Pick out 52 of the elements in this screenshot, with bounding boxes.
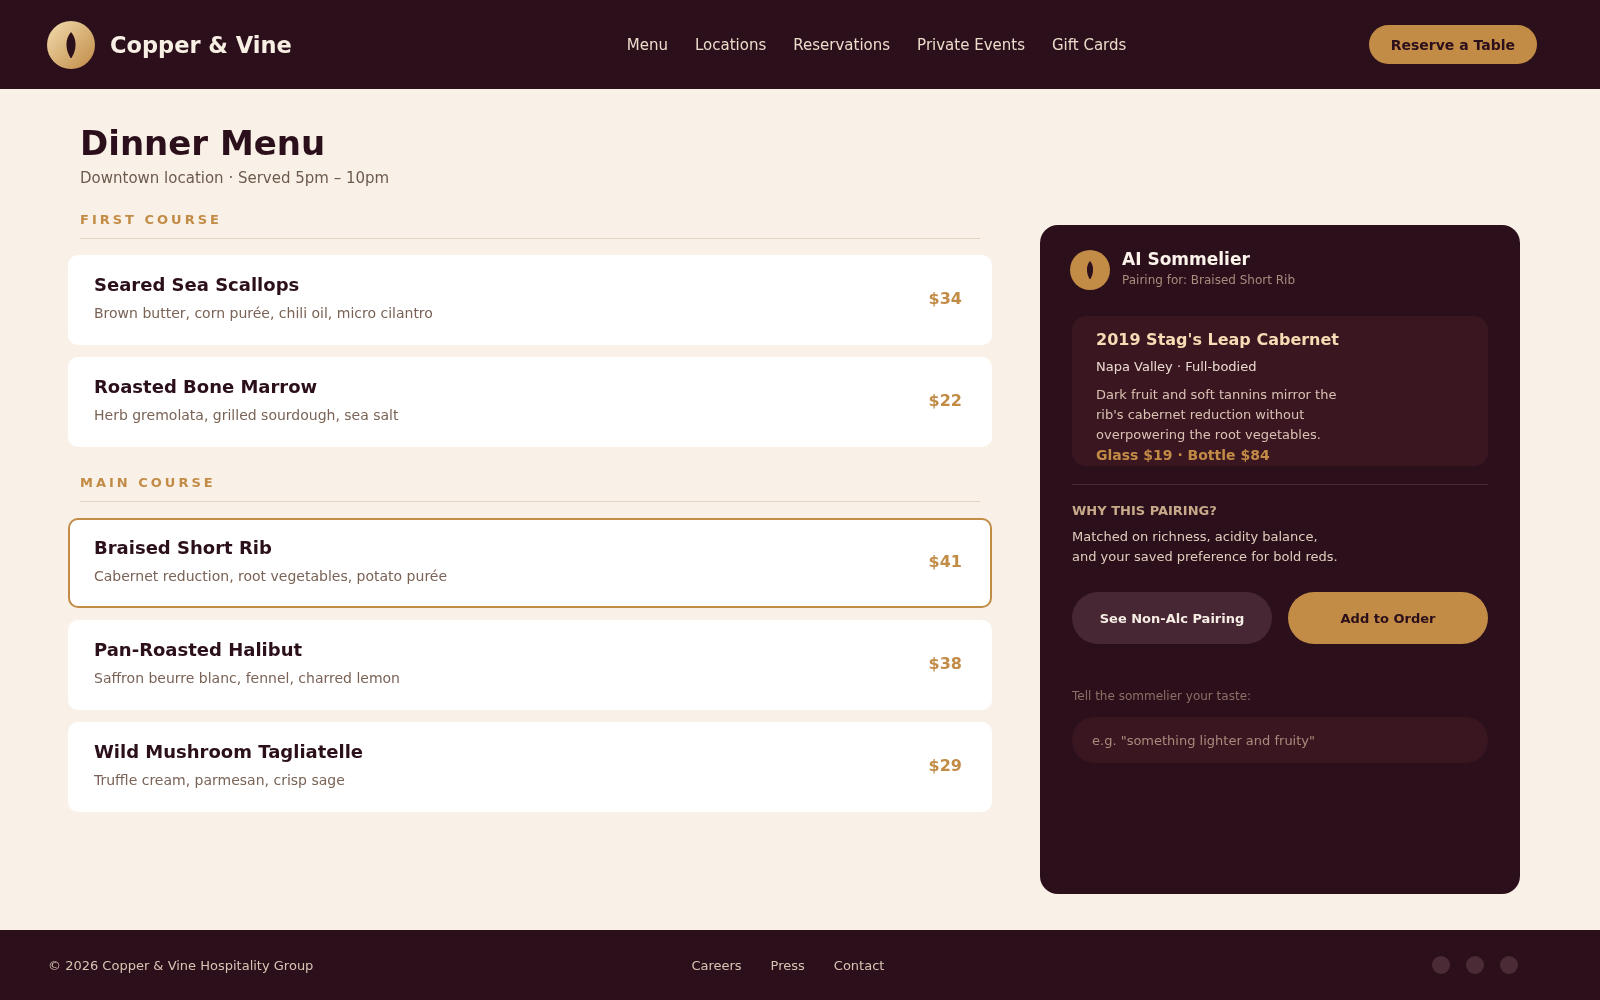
page-title: Dinner Menu xyxy=(80,123,327,163)
circle-icon[interactable] xyxy=(1432,956,1450,974)
menu-item-card[interactable]: Braised Short Rib Cabernet reduction, root vegetables, potato purée $41 xyxy=(68,518,992,608)
pairing-option-button[interactable]: See Non-Alc Pairing xyxy=(1072,592,1272,644)
dish-price: $34 xyxy=(928,288,962,308)
section-heading: FIRST COURSE xyxy=(80,212,980,239)
dish-price: $22 xyxy=(928,390,962,410)
sommelier-title: AI Sommelier xyxy=(1122,248,1251,269)
input-label: Tell the sommelier your taste: xyxy=(1072,688,1253,704)
dish-description: Truffle cream, parmesan, crisp sage xyxy=(94,771,346,790)
nav-link[interactable]: Private Events xyxy=(917,35,1025,54)
dish-description: Herb gremolata, grilled sourdough, sea salt xyxy=(94,406,400,425)
circle-icon[interactable] xyxy=(1466,956,1484,974)
dish-description: Brown butter, corn purée, chili oil, micro cilantro xyxy=(94,304,434,323)
circle-icon[interactable] xyxy=(1500,956,1518,974)
pairing-heading: WHY THIS PAIRING? xyxy=(1072,502,1218,520)
wine-name: 2019 Stag's Leap Cabernet xyxy=(1096,330,1340,350)
pairing-reason: Matched on richness, acidity balance, and your saved preference for bold reds. xyxy=(1072,528,1339,566)
footer-link[interactable]: Careers xyxy=(691,957,742,973)
dish-price: $38 xyxy=(928,653,962,673)
dish-name: Seared Sea Scallops xyxy=(94,273,301,297)
footer-link[interactable]: Contact xyxy=(833,957,885,973)
taste-input[interactable]: e.g. "something lighter and fruity" xyxy=(1072,717,1488,763)
copyright-text: © 2026 Copper & Vine Hospitality Group xyxy=(48,957,314,973)
sommelier-subtitle: Pairing for: Braised Short Rib xyxy=(1122,271,1296,288)
leaf-logo-icon xyxy=(47,20,95,69)
nav-link[interactable]: Gift Cards xyxy=(1051,35,1127,54)
menu-item-card[interactable]: Wild Mushroom Tagliatelle Truffle cream, parmesan, crisp sage $29 xyxy=(68,722,992,812)
dish-name: Wild Mushroom Tagliatelle xyxy=(94,740,365,764)
menu-item-card[interactable]: Roasted Bone Marrow Herb gremolata, grilled sourdough, sea salt $22 xyxy=(68,357,992,447)
dish-name: Roasted Bone Marrow xyxy=(94,375,319,399)
brand-name: Copper & Vine xyxy=(110,31,292,58)
wine-price: Glass $19 · Bottle $84 xyxy=(1096,446,1271,465)
wine-details: Napa Valley · Full-bodied xyxy=(1096,358,1258,376)
dish-description: Saffron beurre blanc, fennel, charred lemon xyxy=(94,669,401,688)
reserve-button[interactable]: Reserve a Table xyxy=(1368,25,1537,64)
dish-price: $29 xyxy=(928,755,962,775)
wine-note: Dark fruit and soft tannins mirror the rib's cabernet reduction without overpowering the root vegetables. xyxy=(1096,386,1338,444)
dish-description: Cabernet reduction, root vegetables, potato purée xyxy=(94,567,449,586)
add-to-order-button[interactable]: Add to Order xyxy=(1288,592,1488,644)
footer-link[interactable]: Press xyxy=(770,957,805,973)
nav-link[interactable]: Locations xyxy=(695,35,767,54)
nav-link[interactable]: Reservations xyxy=(793,35,891,54)
nav-link[interactable]: Menu xyxy=(626,35,669,54)
leaf-avatar-icon xyxy=(1070,250,1110,290)
section-heading: MAIN COURSE xyxy=(80,475,980,502)
dish-name: Braised Short Rib xyxy=(94,536,273,560)
dish-name: Pan-Roasted Halibut xyxy=(94,638,304,662)
menu-item-card[interactable]: Seared Sea Scallops Brown butter, corn purée, chili oil, micro cilantro $34 xyxy=(68,255,992,345)
dish-price: $41 xyxy=(928,551,962,571)
menu-item-card[interactable]: Pan-Roasted Halibut Saffron beurre blanc, fennel, charred lemon $38 xyxy=(68,620,992,710)
page-subtitle: Downtown location · Served 5pm – 10pm xyxy=(80,168,391,188)
